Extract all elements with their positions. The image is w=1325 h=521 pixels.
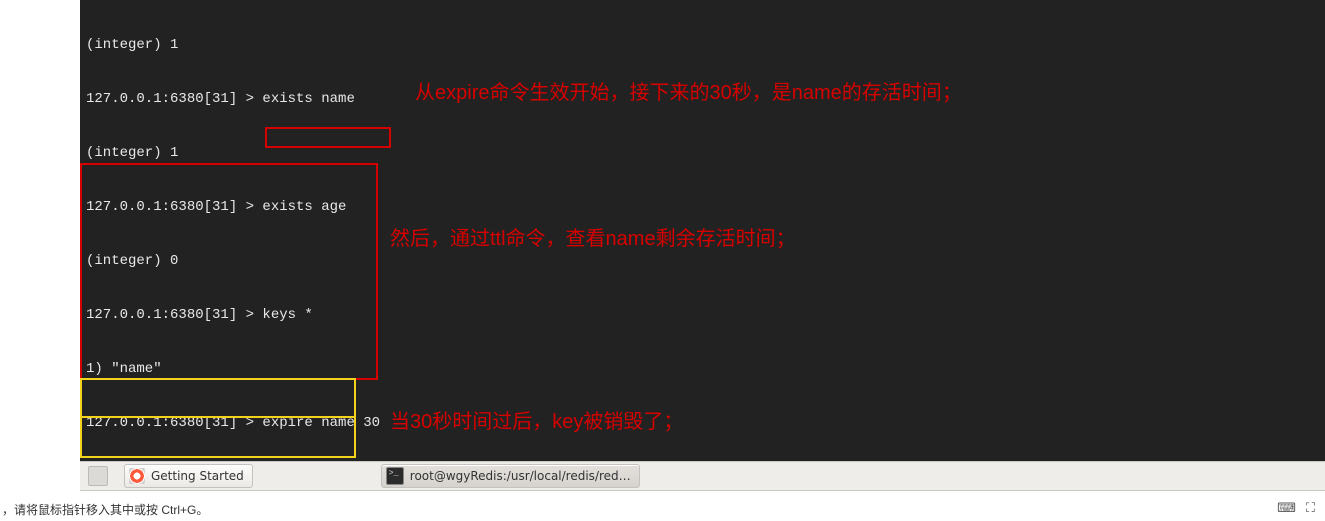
terminal-scrollbar[interactable] [1309, 0, 1323, 460]
term-line: 127.0.0.1:6380[31] > exists name [80, 90, 1325, 108]
taskbar-item-getting-started[interactable]: Getting Started [124, 464, 253, 488]
term-line: (integer) 1 [80, 144, 1325, 162]
help-icon [129, 468, 145, 484]
terminal-icon [386, 467, 404, 485]
statusbar-text: ，请将鼠标指针移入其中或按 Ctrl+G。 [2, 501, 208, 518]
term-line: 127.0.0.1:6380[31] > exists age [80, 198, 1325, 216]
gutter [70, 0, 80, 462]
taskbar-item-label: Getting Started [151, 469, 244, 483]
fullscreen-icon[interactable]: ⛶ [1306, 501, 1315, 516]
left-margin [0, 0, 70, 521]
taskbar: Getting Started root@wgyRedis:/usr/local… [80, 461, 1325, 491]
input-capture-icon[interactable]: ⌨ [1277, 501, 1296, 516]
terminal[interactable]: (integer) 1 127.0.0.1:6380[31] > exists … [80, 0, 1325, 462]
term-line: (integer) 0 [80, 252, 1325, 270]
statusbar: ，请将鼠标指针移入其中或按 Ctrl+G。 [0, 497, 1325, 521]
taskbar-item-label: root@wgyRedis:/usr/local/redis/red… [410, 469, 631, 483]
term-line: 127.0.0.1:6380[31] > keys * [80, 306, 1325, 324]
app-menu-icon[interactable] [88, 466, 108, 486]
term-line: 1) "name" [80, 360, 1325, 378]
taskbar-item-terminal[interactable]: root@wgyRedis:/usr/local/redis/red… [381, 464, 640, 488]
status-icons: ⌨ ⛶ [1277, 497, 1315, 519]
term-line: 127.0.0.1:6380[31] > expire name 30 [80, 414, 1325, 432]
term-line: (integer) 1 [80, 36, 1325, 54]
